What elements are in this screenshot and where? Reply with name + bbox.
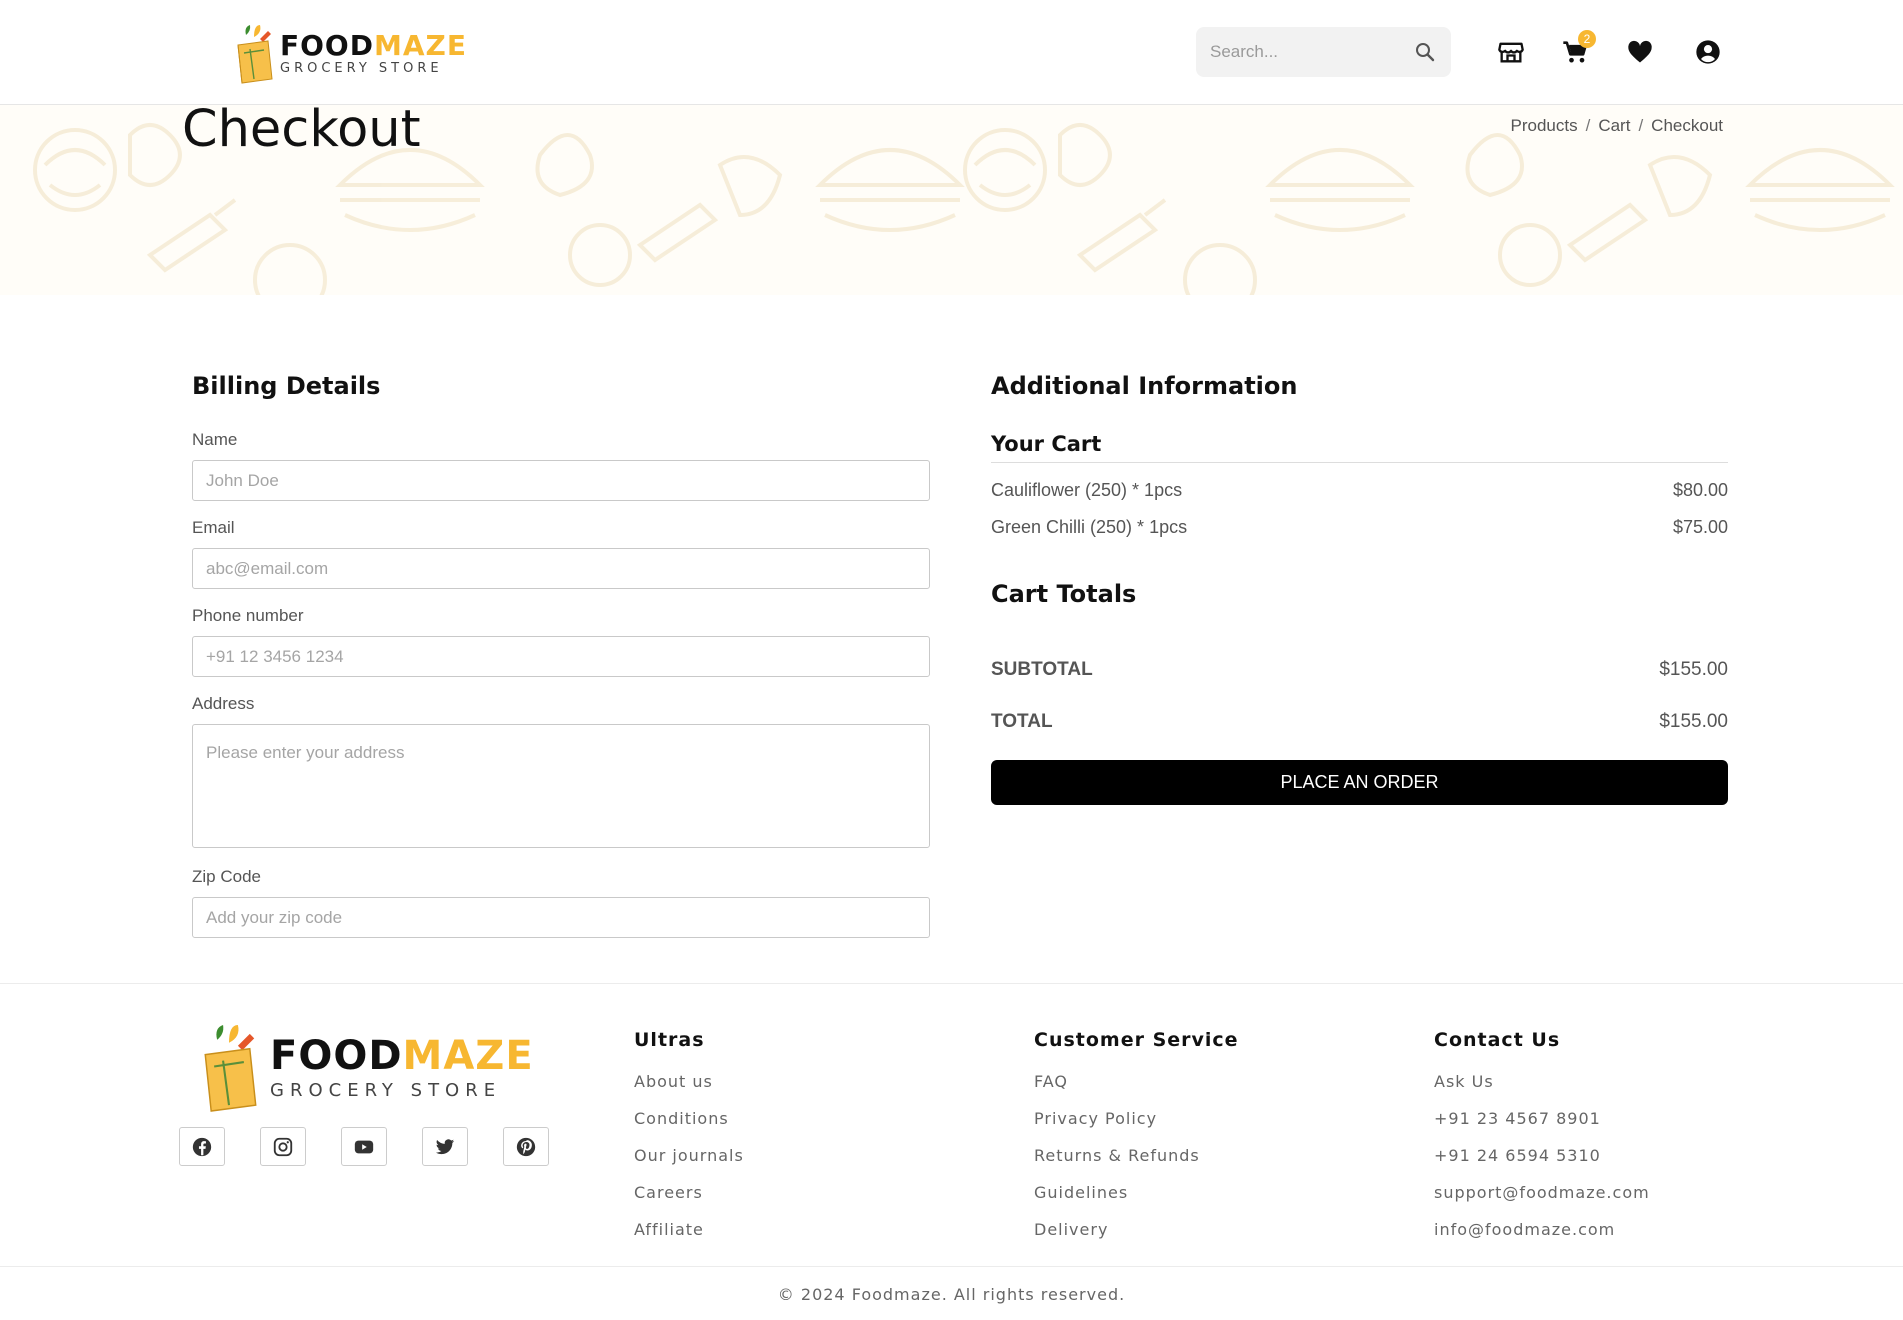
logo-wordmark: FOODMAZE: [280, 29, 467, 62]
breadcrumb-separator: /: [1638, 116, 1644, 135]
breadcrumb-products-link[interactable]: Products: [1510, 116, 1577, 136]
store-icon[interactable]: [1497, 38, 1525, 66]
email-label: Email: [192, 518, 235, 537]
copyright-divider: [0, 1266, 1903, 1267]
pinterest-button[interactable]: [503, 1127, 549, 1166]
subtotal-row: SUBTOTAL $155.00: [991, 659, 1728, 681]
subtotal-value: $155.00: [1659, 659, 1728, 680]
footer-link-affiliate[interactable]: Affiliate: [634, 1220, 704, 1239]
footer-phone-2[interactable]: +91 24 6594 5310: [1434, 1146, 1601, 1165]
footer-column-title-ultras: Ultras: [634, 1029, 705, 1051]
cart-item-price: $75.00: [1672, 517, 1728, 537]
breadcrumb-current: Checkout: [1651, 116, 1723, 135]
address-label: Address: [192, 694, 255, 713]
total-row: TOTAL $155.00: [991, 711, 1728, 733]
footer-link-about-us[interactable]: About us: [634, 1072, 713, 1091]
cart-item-name: Cauliflower (250) * 1pcs: [991, 480, 1183, 500]
search-input[interactable]: [1210, 42, 1410, 62]
footer-email-support[interactable]: support@foodmaze.com: [1434, 1183, 1650, 1202]
youtube-icon: [354, 1140, 374, 1153]
footer-link-careers[interactable]: Careers: [634, 1183, 703, 1202]
footer-link-faq[interactable]: FAQ: [1034, 1072, 1068, 1091]
footer-link-guidelines[interactable]: Guidelines: [1034, 1183, 1128, 1202]
logo-tagline: GROCERY STORE: [280, 61, 443, 76]
zip-code-label: Zip Code: [192, 867, 261, 886]
facebook-icon: [192, 1137, 212, 1156]
footer-logo-tagline: GROCERY STORE: [270, 1080, 502, 1101]
phone-label: Phone number: [192, 606, 304, 625]
footer-logo[interactable]: FOODMAZE GROCERY STORE: [198, 1022, 534, 1114]
cart-divider: [991, 462, 1728, 463]
footer-column-title-customer-service: Customer Service: [1034, 1029, 1239, 1051]
additional-information-title: Additional Information: [991, 372, 1298, 400]
address-field[interactable]: [192, 724, 930, 848]
facebook-button[interactable]: [179, 1127, 225, 1166]
instagram-icon: [273, 1137, 293, 1156]
footer-link-conditions[interactable]: Conditions: [634, 1109, 729, 1128]
total-value: $155.00: [1659, 711, 1728, 732]
subtotal-label: SUBTOTAL: [991, 659, 1093, 680]
heart-icon[interactable]: [1626, 38, 1654, 66]
breadcrumb-cart-link[interactable]: Cart: [1598, 116, 1630, 136]
youtube-button[interactable]: [341, 1127, 387, 1166]
twitter-icon: [435, 1138, 455, 1154]
your-cart-title: Your Cart: [991, 432, 1102, 456]
footer-link-delivery[interactable]: Delivery: [1034, 1220, 1108, 1239]
email-field[interactable]: [192, 548, 930, 589]
footer-email-info[interactable]: info@foodmaze.com: [1434, 1220, 1615, 1239]
footer-column-title-contact-us: Contact Us: [1434, 1029, 1561, 1051]
name-field[interactable]: [192, 460, 930, 501]
name-label: Name: [192, 430, 238, 449]
cart-item: Cauliflower (250) * 1pcs $80.00: [991, 480, 1728, 501]
billing-details-title: Billing Details: [192, 372, 381, 400]
footer-link-our-journals[interactable]: Our journals: [634, 1146, 744, 1165]
footer-logo-wordmark: FOODMAZE: [270, 1033, 534, 1079]
instagram-button[interactable]: [260, 1127, 306, 1166]
footer-phone-1[interactable]: +91 23 4567 8901: [1434, 1109, 1601, 1128]
cart-item: Green Chilli (250) * 1pcs $75.00: [991, 517, 1728, 538]
breadcrumb-separator: /: [1585, 116, 1591, 135]
twitter-button[interactable]: [422, 1127, 468, 1166]
footer-link-returns-refunds[interactable]: Returns & Refunds: [1034, 1146, 1200, 1165]
footer-divider: [0, 983, 1903, 984]
pinterest-icon: [516, 1137, 536, 1156]
breadcrumb: Products / Cart / Checkout: [1510, 116, 1723, 136]
footer-link-privacy-policy[interactable]: Privacy Policy: [1034, 1109, 1157, 1128]
place-order-button[interactable]: PLACE AN ORDER: [991, 760, 1728, 805]
cart-item-price: $80.00: [1672, 480, 1728, 500]
user-account-icon[interactable]: [1694, 38, 1722, 66]
search-icon[interactable]: [1413, 40, 1437, 64]
search-bar: [1196, 27, 1451, 77]
grocery-bag-icon: [204, 1024, 257, 1112]
copyright-text: © 2024 Foodmaze. All rights reserved.: [777, 1285, 1126, 1304]
zip-code-field[interactable]: [192, 897, 930, 938]
page-title: Checkout: [182, 100, 421, 159]
cart-item-name: Green Chilli (250) * 1pcs: [991, 517, 1188, 537]
grocery-bag-icon: [237, 25, 273, 84]
cart-count-badge: 2: [1578, 30, 1596, 48]
site-logo[interactable]: FOODMAZE GROCERY STORE: [234, 22, 467, 86]
footer-link-ask-us[interactable]: Ask Us: [1434, 1072, 1494, 1091]
footer-logo-text: FOODMAZE GROCERY STORE: [270, 1034, 534, 1102]
cart-totals-title: Cart Totals: [991, 580, 1137, 608]
total-label: TOTAL: [991, 711, 1053, 732]
logo-text: FOODMAZE GROCERY STORE: [280, 31, 467, 77]
phone-field[interactable]: [192, 636, 930, 677]
site-header: FOODMAZE GROCERY STORE 2: [0, 0, 1903, 105]
